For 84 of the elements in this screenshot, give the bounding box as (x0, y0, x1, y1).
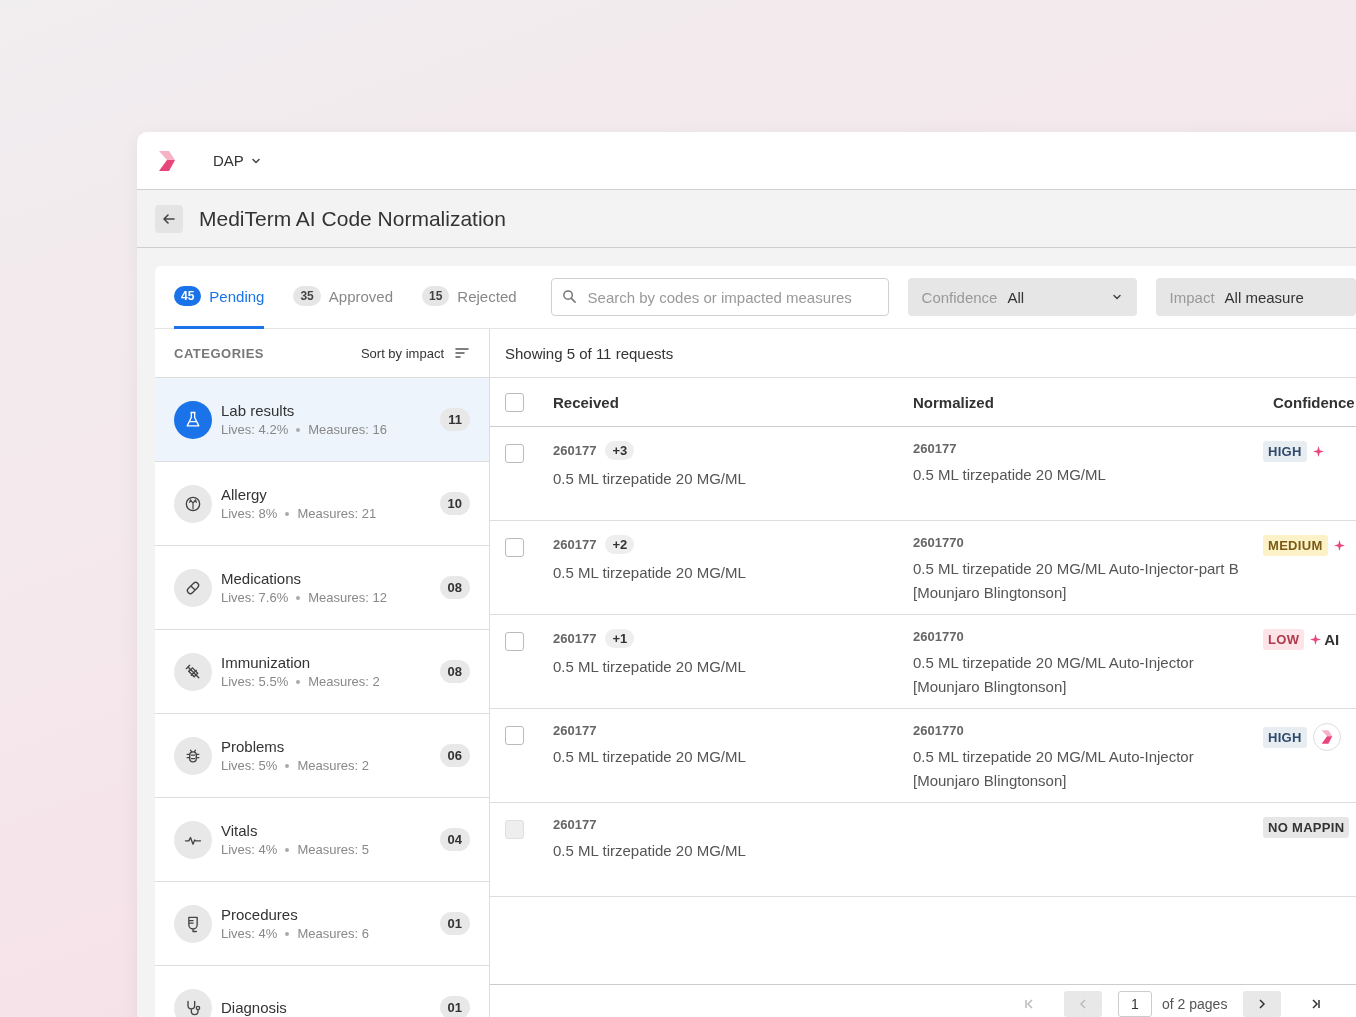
sort-button[interactable]: Sort by impact (360, 345, 470, 361)
description-text: 0.5 ML tirzepatide 20 MG/ML (553, 747, 746, 767)
status-tab[interactable]: 35 Approved (293, 266, 393, 329)
description-text: 0.5 ML tirzepatide 20 MG/ML Auto-Injector-part B [Mounjaro Blingtonson] (913, 559, 1240, 603)
status-tab[interactable]: 15 Rejected (422, 266, 517, 329)
measures-text: Measures: 2 (297, 758, 369, 773)
count-badge: 10 (439, 492, 470, 515)
category-item[interactable]: Problems Lives: 5% Measures: 2 06 (155, 714, 489, 798)
description-text: 0.5 ML tirzepatide 20 MG/ML (553, 469, 746, 489)
code-text: 260177 (553, 817, 597, 832)
more-badge: +2 (605, 535, 635, 554)
category-name: Immunization (221, 654, 312, 671)
description-text: 0.5 ML tirzepatide 20 MG/ML (553, 841, 746, 861)
column-header: Confidence (1273, 393, 1356, 411)
measures-text: Measures: 6 (297, 926, 369, 941)
category-name: Medications (221, 570, 303, 587)
category-item[interactable]: Allergy Lives: 8% Measures: 21 10 (155, 462, 489, 546)
count-badge: 11 (440, 408, 470, 431)
category-item[interactable]: Diagnosis 01 (155, 966, 489, 1017)
categories-heading: CATEGORIES (174, 345, 264, 361)
category-name: Vitals (221, 822, 259, 839)
lives-text: Lives: 4.2% (221, 422, 289, 437)
ai-label: AI (1324, 631, 1340, 648)
count-badge: 04 (439, 828, 470, 851)
lives-text: Lives: 5.5% (221, 674, 289, 689)
code-text: 260177 (553, 631, 597, 646)
category-name: Procedures (221, 906, 299, 923)
confidence-badge: NO MAPPIN (1263, 817, 1350, 838)
code-text: 2601770 (913, 629, 964, 644)
count-badge: 15 (422, 286, 450, 306)
description-text: 0.5 ML tirzepatide 20 MG/ML (553, 657, 746, 677)
page-count: of 2 pages (1162, 996, 1228, 1012)
category-name: Problems (221, 738, 286, 755)
code-text: 260177 (553, 443, 597, 458)
page-title: MediTerm AI Code Normalization (199, 206, 506, 231)
lives-text: Lives: 5% (221, 758, 278, 773)
count-badge: 35 (293, 286, 321, 306)
category-name: Allergy (221, 486, 268, 503)
more-badge: +1 (605, 629, 635, 648)
confidence-badge: HIGH (1263, 726, 1307, 748)
column-header: Normalized (913, 393, 995, 411)
code-text: 260177 (913, 441, 957, 456)
code-text: 260177 (553, 537, 597, 552)
confidence-badge: LOW (1263, 629, 1305, 650)
category-item[interactable]: Immunization Lives: 5.5% Measures: 2 08 (155, 630, 489, 714)
measures-text: Measures: 2 (308, 674, 380, 689)
category-item[interactable]: Lab results Lives: 4.2% Measures: 16 11 (155, 378, 489, 462)
code-text: 2601770 (913, 723, 964, 738)
lives-text: Lives: 7.6% (221, 590, 289, 605)
confidence-badge: HIGH (1263, 441, 1307, 462)
category-item[interactable]: Medications Lives: 7.6% Measures: 12 08 (155, 546, 489, 630)
category-item[interactable]: Procedures Lives: 4% Measures: 6 01 (155, 882, 489, 966)
more-badge: +3 (605, 441, 635, 460)
count-badge: 08 (439, 660, 470, 683)
measures-text: Measures: 16 (308, 422, 387, 437)
count-badge: 01 (439, 996, 470, 1017)
count-badge: 45 (174, 286, 202, 306)
workspace-dropdown[interactable]: DAP (213, 152, 262, 169)
confidence-badge: MEDIUM (1263, 535, 1328, 556)
lives-text: Lives: 4% (221, 926, 278, 941)
code-text: 260177 (553, 723, 597, 738)
lives-text: Lives: 4% (221, 842, 278, 857)
column-header: Received (553, 393, 620, 411)
count-badge: 06 (439, 744, 470, 767)
category-name: Lab results (221, 402, 296, 419)
category-item[interactable]: Vitals Lives: 4% Measures: 5 04 (155, 798, 489, 882)
code-text: 2601770 (913, 535, 964, 550)
measures-text: Measures: 21 (297, 506, 377, 521)
filter-dropdown[interactable]: Confidence All (907, 278, 1137, 316)
count-badge: 01 (439, 912, 470, 935)
measures-text: Measures: 5 (297, 842, 369, 857)
measures-text: Measures: 12 (308, 590, 387, 605)
description-text: 0.5 ML tirzepatide 20 MG/ML (553, 563, 746, 583)
lives-text: Lives: 8% (221, 506, 278, 521)
category-name: Diagnosis (221, 999, 288, 1016)
description-text: 0.5 ML tirzepatide 20 MG/ML Auto-Injector [Mounjaro Blingtonson] (913, 653, 1195, 697)
results-summary: Showing 5 of 11 requests (505, 344, 674, 362)
filter-dropdown[interactable]: Impact All measure (1155, 278, 1356, 316)
search-field[interactable]: Search by codes or impacted measures (550, 278, 889, 316)
page-input[interactable]: 1 (1118, 991, 1152, 1017)
status-tab[interactable]: 45 Pending (174, 266, 265, 329)
description-text: 0.5 ML tirzepatide 20 MG/ML Auto-Injector [Mounjaro Blingtonson] (913, 747, 1195, 791)
description-text: 0.5 ML tirzepatide 20 MG/ML (913, 465, 1106, 485)
count-badge: 08 (439, 576, 470, 599)
